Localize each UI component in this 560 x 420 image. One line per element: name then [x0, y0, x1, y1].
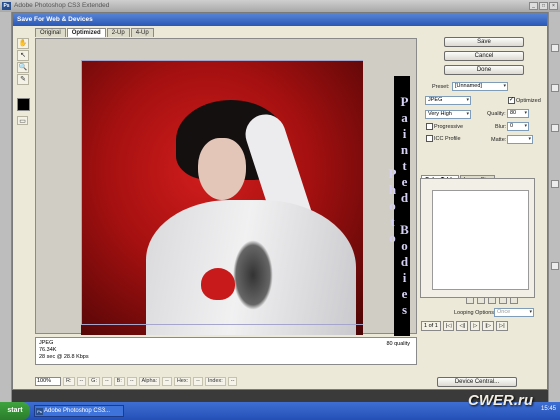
- info-quality: 80 quality: [386, 341, 410, 347]
- photoshop-logo-icon: Ps: [2, 2, 11, 10]
- color-table-well[interactable]: [432, 190, 529, 290]
- matte-label: Matte:: [491, 137, 507, 143]
- start-button[interactable]: start: [0, 402, 30, 420]
- map-color-icon[interactable]: [466, 297, 474, 304]
- b-value: --: [126, 377, 137, 386]
- panel-toggle-button[interactable]: [551, 180, 559, 188]
- info-download-time: 28 sec @ 28.8 Kbps: [39, 354, 89, 360]
- eyedropper-tool-icon[interactable]: ✎: [17, 74, 29, 85]
- frame-counter: 1 of 1: [421, 321, 441, 331]
- watermark-text-column: Painted Bodies Photo: [385, 75, 416, 337]
- progressive-checkbox[interactable]: [426, 123, 433, 130]
- next-frame-icon[interactable]: |▷: [482, 321, 495, 331]
- view-tabs: Original Optimized 2-Up 4-Up: [35, 28, 154, 37]
- window-controls: _ □ ×: [529, 2, 558, 10]
- dialog-tools: ✋ ↖ 🔍 ✎ ▭: [14, 38, 32, 138]
- panel-toggle-button[interactable]: [551, 84, 559, 92]
- lock-color-icon[interactable]: [488, 297, 496, 304]
- web-shift-icon[interactable]: [477, 297, 485, 304]
- optimized-image-preview: [81, 60, 363, 335]
- g-value: --: [101, 377, 112, 386]
- painted-bodies-photo-text: Painted Bodies Photo: [385, 76, 412, 336]
- index-value: --: [227, 377, 238, 386]
- preview-canvas[interactable]: Painted Bodies Photo: [35, 38, 417, 337]
- matte-select[interactable]: [507, 135, 533, 144]
- hand-tool-icon[interactable]: ✋: [17, 38, 29, 49]
- quality-input[interactable]: 80: [507, 109, 529, 118]
- zoom-tool-icon[interactable]: 🔍: [17, 62, 29, 73]
- cancel-button[interactable]: Cancel: [444, 51, 524, 61]
- compression-quality-select[interactable]: Very High: [425, 110, 471, 119]
- tab-4-up[interactable]: 4-Up: [130, 28, 154, 37]
- toggle-slices-icon[interactable]: ▭: [17, 116, 28, 125]
- info-file-size: 76.34K: [39, 347, 57, 353]
- color-table-actions: [466, 297, 518, 304]
- status-bar: 100% R: -- G: -- B: -- Alpha: -- Hex: --…: [35, 376, 417, 387]
- done-button[interactable]: Done: [444, 65, 524, 75]
- index-label: Index:: [204, 377, 226, 386]
- optimized-checkbox[interactable]: ✓: [508, 97, 515, 104]
- quality-label: Quality:: [487, 111, 506, 117]
- hex-value: --: [193, 377, 203, 386]
- dialog-title: Save For Web & Devices: [13, 13, 547, 26]
- g-label: G:: [88, 377, 100, 386]
- icc-profile-checkbox[interactable]: [426, 135, 433, 142]
- optimization-info: JPEG 76.34K 28 sec @ 28.8 Kbps 80 qualit…: [35, 337, 417, 365]
- progressive-label: Progressive: [434, 124, 464, 130]
- last-frame-icon[interactable]: ▷|: [496, 321, 508, 331]
- blur-label: Blur:: [495, 124, 507, 130]
- slice-select-tool-icon[interactable]: ↖: [17, 50, 29, 61]
- cwer-watermark: CWER.ru: [468, 392, 533, 409]
- looping-options-select[interactable]: Once: [494, 308, 534, 317]
- app-title: Adobe Photoshop CS3 Extended: [14, 2, 110, 9]
- zoom-level-select[interactable]: 100%: [35, 377, 61, 386]
- blur-input[interactable]: 0: [507, 122, 529, 131]
- first-frame-icon[interactable]: |◁: [442, 321, 455, 331]
- tab-2-up[interactable]: 2-Up: [106, 28, 130, 37]
- r-value: --: [76, 377, 87, 386]
- tab-original[interactable]: Original: [35, 28, 66, 37]
- photoshop-tools-panel: [0, 12, 12, 402]
- minimize-button[interactable]: _: [529, 2, 538, 10]
- panel-toggle-button[interactable]: [551, 44, 559, 52]
- save-button[interactable]: Save: [444, 37, 524, 47]
- panel-toggle-button[interactable]: [551, 262, 559, 270]
- previous-frame-icon[interactable]: ◁|: [456, 321, 469, 331]
- taskbar-photoshop-item[interactable]: Adobe Photoshop CS3...: [34, 405, 124, 417]
- app-title-bar: Ps Adobe Photoshop CS3 Extended _ □ ×: [0, 0, 560, 12]
- b-label: B:: [113, 377, 125, 386]
- play-icon[interactable]: ▷: [470, 321, 481, 331]
- alpha-label: Alpha:: [138, 377, 161, 386]
- icc-profile-label: ICC Profile: [434, 136, 461, 142]
- info-format: JPEG: [39, 340, 54, 346]
- alpha-value: --: [162, 377, 172, 386]
- tab-optimized[interactable]: Optimized: [66, 28, 106, 37]
- preset-label: Preset:: [432, 84, 450, 90]
- hex-label: Hex:: [173, 377, 192, 386]
- photoshop-panels-dock: [548, 12, 560, 402]
- looping-options-label: Looping Options:: [454, 310, 496, 316]
- format-select[interactable]: JPEG: [425, 96, 471, 105]
- animation-controls: 1 of 1 |◁ ◁| ▷ |▷ ▷|: [421, 321, 536, 331]
- panel-toggle-button[interactable]: [551, 124, 559, 132]
- optimized-label: Optimized: [516, 98, 541, 104]
- maximize-button[interactable]: □: [539, 2, 548, 10]
- image-border: [81, 60, 363, 325]
- eyedropper-color-swatch[interactable]: [17, 98, 30, 111]
- r-label: R:: [63, 377, 75, 386]
- delete-color-icon[interactable]: [510, 297, 518, 304]
- close-button[interactable]: ×: [549, 2, 558, 10]
- new-color-icon[interactable]: [499, 297, 507, 304]
- preset-select[interactable]: [Unnamed]: [452, 82, 508, 91]
